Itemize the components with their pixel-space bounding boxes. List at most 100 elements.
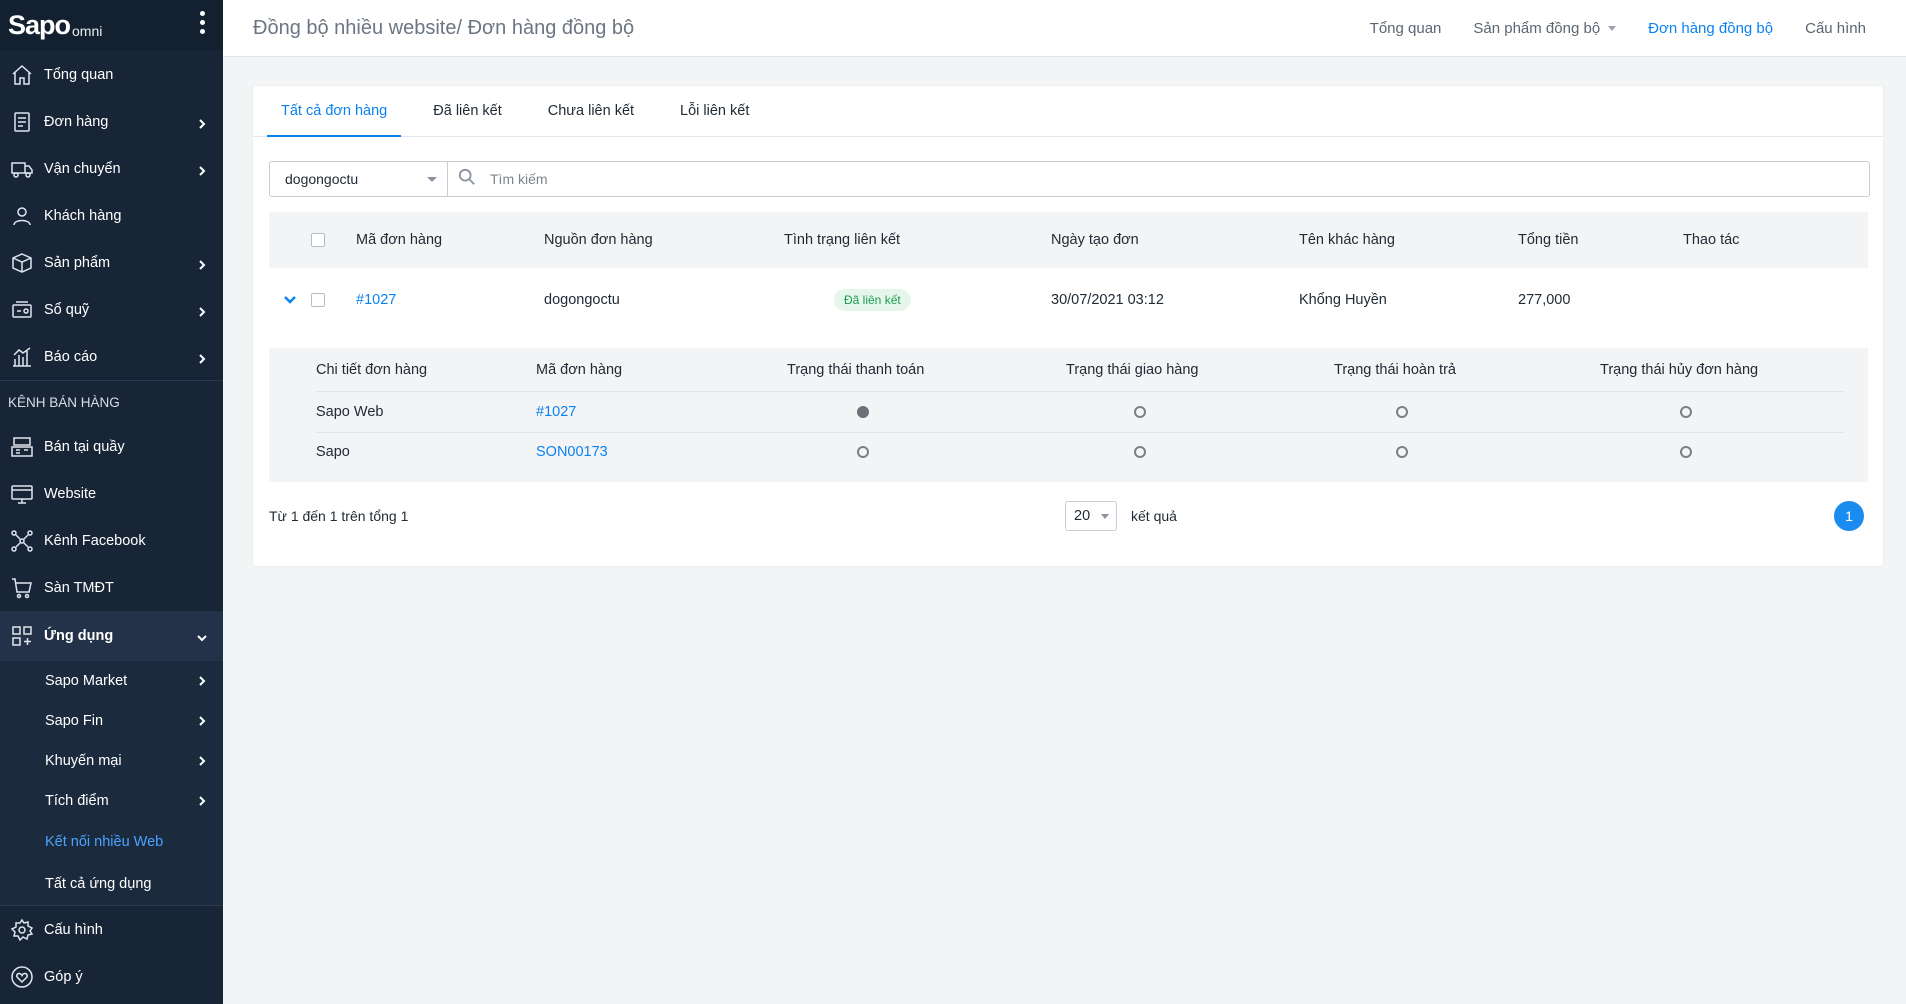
- chevron-right-icon: [197, 716, 207, 726]
- sapo-logo-sub: omni: [72, 22, 103, 39]
- sales-channel-heading: KÊNH BÁN HÀNG: [0, 380, 223, 423]
- top-nav-settings[interactable]: Cấu hình: [1805, 20, 1866, 37]
- chevron-right-icon: [197, 796, 207, 806]
- payment-status-dot: [857, 446, 869, 458]
- detail-col-shipping: Trạng thái giao hàng: [1066, 361, 1199, 378]
- sidebar-item-facebook[interactable]: Kênh Facebook: [0, 517, 223, 564]
- detail-row: Sapo Web #1027: [316, 391, 1844, 433]
- website-icon: [0, 482, 44, 506]
- expand-chevron-icon[interactable]: [283, 293, 297, 307]
- sidebar-item-reports[interactable]: Báo cáo: [0, 333, 223, 380]
- tab-all-orders[interactable]: Tất cả đơn hàng: [267, 86, 402, 137]
- marketplace-icon: [0, 576, 44, 600]
- detail-channel: Sapo: [316, 444, 350, 460]
- detail-header: Chi tiết đơn hàng Mã đơn hàng Trạng thái…: [316, 348, 1844, 392]
- table-row: #1027 dogongoctu Đã liên kết 30/07/2021 …: [269, 268, 1868, 332]
- order-icon: [0, 110, 44, 134]
- sidebar-item-label: Bán tại quầy: [44, 438, 125, 455]
- sidebar-subitem-label: Khuyến mại: [45, 753, 122, 769]
- sidebar-item-feedback[interactable]: Góp ý: [0, 953, 223, 1000]
- page-button-current[interactable]: 1: [1834, 501, 1864, 531]
- col-customer: Tên khác hàng: [1299, 232, 1395, 248]
- detail-code-link[interactable]: SON00173: [536, 444, 608, 460]
- chevron-right-icon: [197, 164, 207, 176]
- sidebar-subitem-all-apps[interactable]: Tất cả ứng dụng: [0, 863, 223, 905]
- sidebar-item-products[interactable]: Sản phẩm: [0, 239, 223, 286]
- chevron-right-icon: [197, 305, 207, 317]
- sidebar-item-apps[interactable]: Ứng dụng: [0, 611, 223, 661]
- chevron-right-icon: [197, 756, 207, 766]
- results-summary: Từ 1 đến 1 trên tổng 1: [269, 508, 409, 524]
- detail-col-channel: Chi tiết đơn hàng: [316, 361, 428, 378]
- sidebar-item-shipping[interactable]: Vận chuyển: [0, 145, 223, 192]
- sidebar-subitem-label: Sapo Market: [45, 673, 128, 689]
- search-box: [448, 162, 1869, 196]
- return-status-dot: [1396, 405, 1408, 418]
- sidebar-item-website[interactable]: Website: [0, 470, 223, 517]
- detail-col-return: Trạng thái hoàn trả: [1334, 361, 1456, 378]
- sidebar-subitem-multi-web[interactable]: Kết nối nhiều Web: [0, 821, 223, 863]
- sidebar-subitem-sapo-fin[interactable]: Sapo Fin: [0, 701, 223, 741]
- sidebar-item-settings[interactable]: Cấu hình: [0, 905, 223, 953]
- sidebar-subitem-label: Tích điểm: [45, 793, 109, 809]
- sidebar-item-overview[interactable]: Tổng quan: [0, 51, 223, 98]
- pos-icon: [0, 435, 44, 459]
- sidebar-subitem-label: Sapo Fin: [45, 713, 104, 729]
- col-created: Ngày tạo đơn: [1051, 232, 1139, 248]
- sidebar-item-label: Khách hàng: [44, 207, 122, 224]
- apps-icon: [0, 624, 44, 648]
- page-title: Đồng bộ nhiều website/ Đơn hàng đồng bộ: [253, 16, 635, 39]
- sapo-logo[interactable]: Sapo: [8, 10, 71, 41]
- top-nav-label: Sản phẩm đồng bộ: [1473, 19, 1601, 37]
- search-icon: [458, 168, 476, 191]
- cancel-status-dot: [1680, 446, 1692, 458]
- sidebar-item-customers[interactable]: Khách hàng: [0, 192, 223, 239]
- sidebar-subitem-promotions[interactable]: Khuyến mại: [0, 741, 223, 781]
- sidebar-item-pos[interactable]: Bán tại quầy: [0, 423, 223, 470]
- sidebar-item-cashbook[interactable]: Sổ quỹ: [0, 286, 223, 333]
- sidebar-item-label: Cấu hình: [44, 921, 103, 938]
- settings-icon: [0, 918, 44, 942]
- return-status-dot: [1396, 446, 1408, 458]
- tab-linked[interactable]: Đã liên kết: [419, 86, 516, 136]
- search-input[interactable]: [488, 170, 1869, 188]
- order-code-link[interactable]: #1027: [356, 292, 396, 308]
- detail-col-code: Mã đơn hàng: [536, 361, 623, 378]
- order-tabs: Tất cả đơn hàng Đã liên kết Chưa liên kế…: [253, 86, 1883, 137]
- page-size-select[interactable]: 20: [1065, 501, 1117, 531]
- sidebar-item-label: Sàn TMĐT: [44, 579, 114, 596]
- tab-unlinked[interactable]: Chưa liên kết: [534, 86, 648, 136]
- detail-col-payment: Trạng thái thanh toán: [787, 361, 925, 378]
- order-source: dogongoctu: [544, 292, 620, 308]
- caret-down-icon: [427, 177, 437, 182]
- sidebar-subitem-sapo-market[interactable]: Sapo Market: [0, 661, 223, 701]
- tab-link-error[interactable]: Lỗi liên kết: [666, 86, 763, 136]
- top-nav: Tổng quan Sản phẩm đồng bộ Đơn hàng đồng…: [1370, 20, 1866, 37]
- sidebar-item-orders[interactable]: Đơn hàng: [0, 98, 223, 145]
- sidebar-item-marketplace[interactable]: Sàn TMĐT: [0, 564, 223, 611]
- page-size-value: 20: [1074, 508, 1091, 524]
- detail-code-link[interactable]: #1027: [536, 404, 576, 420]
- caret-down-icon: [1101, 514, 1109, 519]
- detail-col-cancel: Trạng thái hủy đơn hàng: [1600, 361, 1759, 378]
- top-nav-synced-orders[interactable]: Đơn hàng đồng bộ: [1648, 20, 1773, 37]
- shipping-status-dot: [1134, 446, 1146, 458]
- store-select-value: dogongoctu: [285, 171, 359, 187]
- sidebar-subitem-label: Tất cả ứng dụng: [45, 876, 152, 892]
- sidebar-subitem-label: Kết nối nhiều Web: [45, 834, 164, 850]
- store-select[interactable]: dogongoctu: [270, 162, 448, 196]
- sidebar-item-label: Góp ý: [44, 968, 83, 985]
- feedback-icon: [0, 965, 44, 989]
- col-order-code: Mã đơn hàng: [356, 232, 443, 248]
- select-all-checkbox[interactable]: [311, 233, 325, 247]
- filter-bar: dogongoctu: [269, 161, 1870, 197]
- top-header: Đồng bộ nhiều website/ Đơn hàng đồng bộ …: [223, 0, 1906, 57]
- kebab-menu-icon[interactable]: [200, 11, 205, 34]
- row-checkbox[interactable]: [311, 293, 325, 307]
- shipping-status-dot: [1134, 405, 1146, 418]
- truck-icon: [0, 157, 44, 181]
- top-nav-synced-products[interactable]: Sản phẩm đồng bộ: [1473, 19, 1617, 37]
- top-nav-overview[interactable]: Tổng quan: [1370, 20, 1442, 37]
- chevron-right-icon: [197, 352, 207, 364]
- sidebar-subitem-loyalty[interactable]: Tích điểm: [0, 781, 223, 821]
